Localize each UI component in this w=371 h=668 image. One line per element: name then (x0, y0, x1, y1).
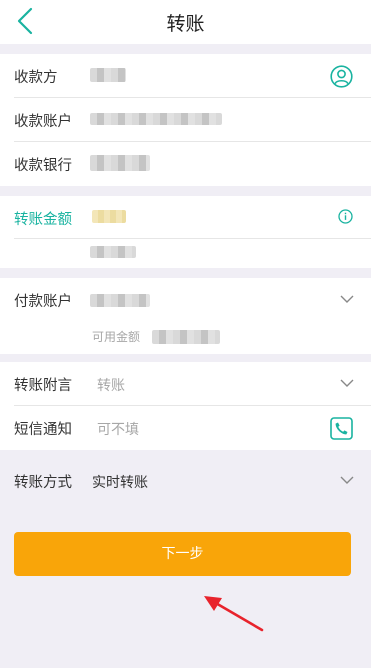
remark-input[interactable]: 转账 (97, 375, 125, 395)
payer-account-row[interactable]: 付款账户 (0, 278, 371, 322)
payee-label: 收款方 (14, 70, 58, 86)
method-label: 转账方式 (14, 475, 72, 491)
payee-account-label: 收款账户 (14, 114, 72, 130)
method-value: 实时转账 (92, 475, 148, 491)
options-section: 转账附言 转账 短信通知 可不填 (0, 362, 371, 450)
amount-in-words-redacted (90, 246, 136, 258)
payee-bank-redacted (90, 155, 150, 171)
remark-label: 转账附言 (14, 378, 72, 394)
sms-row[interactable]: 短信通知 可不填 (0, 406, 371, 450)
divider (14, 238, 371, 239)
red-arrow-icon (204, 596, 264, 632)
available-balance-row: 可用金额 (0, 322, 371, 354)
payee-section: 收款方 收款账户 收款银行 (0, 54, 371, 186)
sms-input[interactable]: 可不填 (97, 419, 139, 439)
payer-account-redacted (90, 294, 150, 307)
top-bar: 转账 (0, 0, 371, 44)
payer-section: 付款账户 可用金额 (0, 278, 371, 354)
amount-label: 转账金额 (14, 212, 72, 228)
available-balance-label: 可用金额 (92, 330, 141, 344)
phone-icon[interactable] (330, 417, 353, 440)
chevron-down-icon[interactable] (340, 476, 354, 485)
available-balance-redacted (152, 330, 220, 344)
amount-section: 转账金额 (0, 196, 371, 268)
method-row[interactable]: 转账方式 实时转账 (0, 459, 371, 503)
contacts-icon[interactable] (330, 65, 353, 88)
payee-name-redacted (90, 68, 126, 82)
amount-row[interactable]: 转账金额 (0, 196, 371, 240)
chevron-down-icon[interactable] (340, 295, 354, 304)
payee-bank-label: 收款银行 (14, 158, 72, 174)
payee-row[interactable]: 收款方 (0, 54, 371, 98)
info-icon[interactable] (338, 209, 353, 224)
payee-account-row[interactable]: 收款账户 (0, 98, 371, 142)
payee-bank-row[interactable]: 收款银行 (0, 142, 371, 186)
payee-account-redacted (90, 113, 222, 125)
page-title: 转账 (166, 13, 205, 35)
next-button[interactable]: 下一步 (14, 532, 351, 576)
amount-value-redacted (92, 210, 126, 223)
payer-account-label: 付款账户 (14, 294, 72, 310)
remark-row[interactable]: 转账附言 转账 (0, 362, 371, 406)
sms-label: 短信通知 (14, 422, 72, 438)
chevron-down-icon[interactable] (340, 379, 354, 388)
